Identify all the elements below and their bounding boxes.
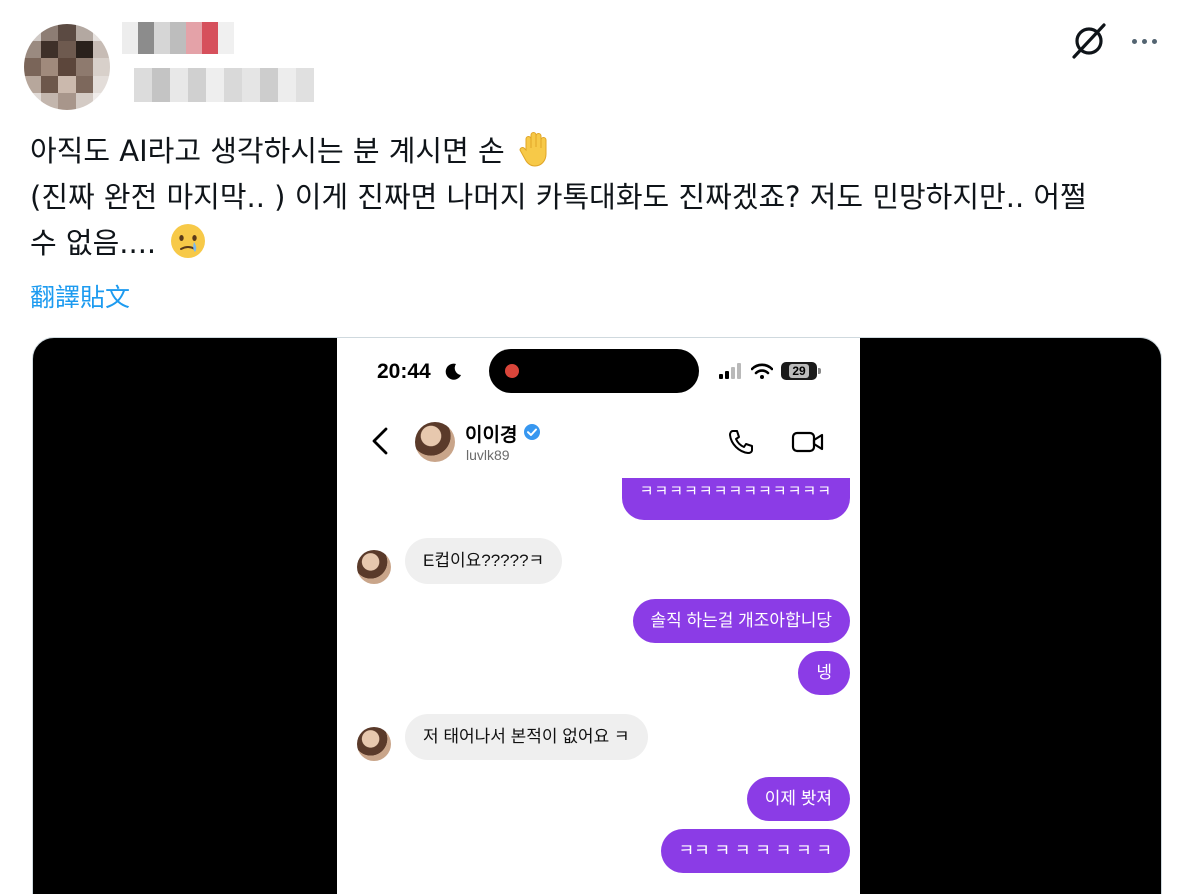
dynamic-island [489,349,699,393]
verified-badge-icon [524,424,540,440]
tweet-media-image[interactable]: 20:44 29 이이경 luvlk89 ㅋㅋㅋㅋㅋㅋㅋㅋㅋㅋㅋㅋㅋ E컵이요?… [32,337,1162,894]
message-bubble-out: 솔직 하는걸 개조아합니당 [632,599,850,643]
raised-hand-emoji [519,132,547,167]
battery-level: 29 [789,364,809,378]
message-bubble-out: 넹 [798,651,850,695]
phone-screenshot: 20:44 29 이이경 luvlk89 ㅋㅋㅋㅋㅋㅋㅋㅋㅋㅋㅋㅋㅋ E컵이요?… [337,338,860,894]
tweet-line-3: 수 없음.... [30,220,1170,266]
battery-icon: 29 [781,362,821,380]
message-bubble-out: ㅋㅋ ㅋ ㅋ ㅋ ㅋ ㅋ ㅋ [660,829,850,873]
message-bubble-in: 저 태어나서 본적이 없어요 ㅋ [405,714,648,760]
tweet-line-1-text: 아직도 AI라고 생각하시는 분 계시면 손 [30,134,505,168]
message-avatar [357,727,391,761]
more-dots-icon[interactable] [1124,24,1164,58]
author-name-redacted[interactable] [122,22,234,54]
grok-icon[interactable] [1068,20,1110,62]
tweet-text: 아직도 AI라고 생각하시는 분 계시면 손 (진짜 완전 마지막.. ) 이게… [30,128,1170,266]
chevron-left-icon[interactable] [369,426,393,456]
face-holding-back-tears-emoji [171,224,206,258]
message-avatar [357,550,391,584]
tweet-line-1: 아직도 AI라고 생각하시는 분 계시면 손 [30,128,1170,174]
message-bubble-in: E컵이요?????ㅋ [405,538,563,584]
tweet-line-3-text: 수 없음.... [30,226,157,260]
phone-call-icon[interactable] [727,428,755,456]
message-bubble-out: 이제 봣져 [746,777,850,821]
translate-post-link[interactable]: 翻譯貼文 [30,278,130,314]
video-call-icon[interactable] [791,428,825,456]
author-avatar[interactable] [24,24,110,110]
contact-name[interactable]: 이이경 [465,420,517,447]
contact-avatar[interactable] [415,422,455,462]
message-bubble-out: ㅋㅋㅋㅋㅋㅋㅋㅋㅋㅋㅋㅋㅋ [621,478,850,520]
tweet-line-2-text: (진짜 완전 마지막.. ) 이게 진짜면 나머지 카톡대화도 진짜겠죠? 저도… [30,180,1087,214]
contact-handle: luvlk89 [466,447,510,463]
signal-icon [719,363,741,379]
wifi-icon [751,363,773,379]
moon-icon [445,363,461,380]
status-icons: 29 [719,360,821,382]
author-handle-redacted [134,68,314,102]
tweet-line-2: (진짜 완전 마지막.. ) 이게 진짜면 나머지 카톡대화도 진짜겠죠? 저도… [30,174,1170,220]
status-time: 20:44 [377,360,431,383]
